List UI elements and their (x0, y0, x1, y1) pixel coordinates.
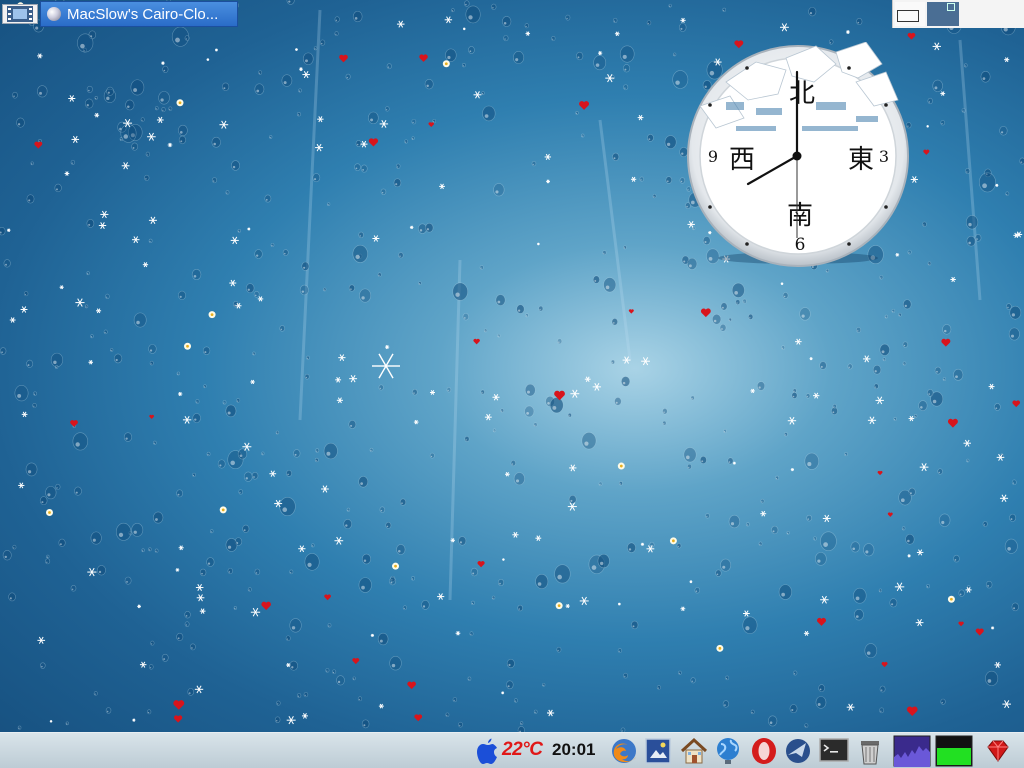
image-frame-icon (645, 738, 671, 764)
opera-launcher[interactable] (746, 733, 782, 768)
home-icon (680, 737, 708, 764)
workspace-pager (892, 0, 1024, 28)
ruby-gem-launcher[interactable] (980, 733, 1016, 768)
weather-temperature[interactable]: 22°C (502, 739, 543, 761)
workspace-1[interactable] (895, 2, 925, 26)
thunderbird-launcher[interactable] (780, 733, 816, 768)
cairo-clock-widget[interactable]: 9 3 6 北 西 東 南 (686, 42, 910, 270)
memory-monitor[interactable] (934, 733, 974, 768)
workspace-2[interactable] (927, 2, 959, 26)
taskbar-window-cairo-clock[interactable]: MacSlow's Cairo-Clo... (40, 1, 238, 27)
trash-launcher[interactable] (852, 733, 888, 768)
app-menu-button[interactable] (2, 4, 38, 24)
task-title: MacSlow's Cairo-Clo... (67, 5, 219, 23)
network-launcher[interactable] (710, 733, 746, 768)
clock-north: 北 (789, 79, 815, 109)
desktop[interactable]: MacSlow's Cairo-Clo... 9 3 6 北 西 東 南 22°… (0, 0, 1024, 768)
bottom-panel: 22°C 20:01 (0, 732, 1024, 768)
clock-south: 南 (787, 201, 813, 231)
terminal-icon (819, 738, 849, 762)
ruby-gem-icon (987, 740, 1009, 762)
image-viewer-launcher[interactable] (640, 733, 676, 768)
memory-graph-icon (935, 735, 973, 767)
clock-east: 東 (848, 145, 874, 175)
bird-mail-icon (786, 739, 810, 763)
firefox-launcher[interactable] (606, 733, 642, 768)
panel-clock-time[interactable]: 20:01 (552, 740, 595, 760)
top-panel: MacSlow's Cairo-Clo... (0, 0, 1024, 28)
cpu-monitor[interactable] (892, 733, 932, 768)
clock-numeral-3: 3 (879, 147, 889, 166)
clock-numeral-6: 6 (795, 235, 806, 255)
trash-icon (861, 741, 879, 765)
apple-logo-icon[interactable] (472, 735, 504, 767)
film-icon (7, 6, 33, 22)
cpu-graph-icon (893, 735, 931, 767)
globe-icon (717, 738, 739, 764)
clock-numeral-9: 9 (708, 147, 718, 166)
clock-west: 西 (729, 145, 755, 175)
clock-app-icon (47, 7, 61, 21)
opera-icon (752, 738, 776, 764)
terminal-launcher[interactable] (816, 733, 852, 768)
home-folder-launcher[interactable] (676, 733, 712, 768)
firefox-icon (612, 739, 636, 763)
